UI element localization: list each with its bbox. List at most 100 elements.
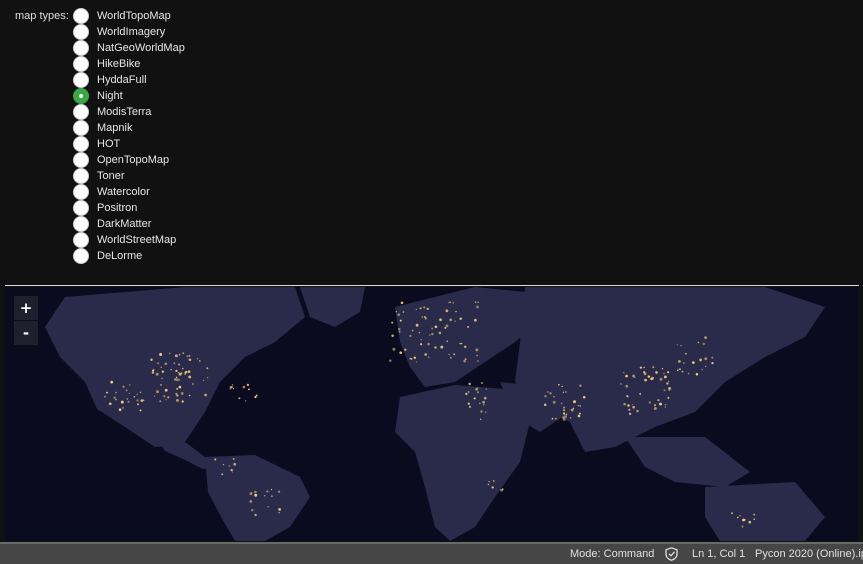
notebook-name[interactable]: Pycon 2020 (Online).ipynb <box>755 548 863 560</box>
city-light <box>668 389 670 391</box>
city-light <box>120 400 124 404</box>
city-light <box>142 399 145 402</box>
city-light <box>561 385 563 388</box>
city-light <box>473 397 476 400</box>
radio-option[interactable]: HOT <box>73 136 185 152</box>
city-light <box>165 399 167 401</box>
city-light <box>178 372 182 376</box>
city-light <box>115 398 117 401</box>
city-light <box>680 345 682 347</box>
radio-button[interactable] <box>73 136 89 152</box>
radio-button[interactable] <box>73 72 89 88</box>
zoom-out-button[interactable]: - <box>14 320 38 345</box>
city-light <box>409 334 412 338</box>
city-light <box>214 458 217 461</box>
city-light <box>180 392 184 395</box>
city-light <box>491 486 494 489</box>
radio-option[interactable]: NatGeoWorldMap <box>73 40 185 56</box>
city-light <box>477 360 479 362</box>
radio-option-label: Toner <box>97 170 125 182</box>
radio-button[interactable] <box>73 88 89 104</box>
city-light <box>681 370 684 373</box>
city-light <box>187 370 191 373</box>
radio-button[interactable] <box>73 200 89 216</box>
radio-option[interactable]: WorldImagery <box>73 24 185 40</box>
city-light <box>477 301 479 303</box>
radio-option[interactable]: Watercolor <box>73 184 185 200</box>
radio-button[interactable] <box>73 152 89 168</box>
city-light <box>501 488 504 491</box>
city-light <box>664 406 666 408</box>
mode-indicator[interactable]: Mode: Command <box>570 548 654 560</box>
city-light <box>577 414 581 418</box>
city-light <box>560 402 563 405</box>
map-view[interactable]: + - <box>5 287 858 541</box>
radio-option[interactable]: WorldTopoMap <box>73 8 185 24</box>
city-light <box>625 384 629 388</box>
radio-button[interactable] <box>73 24 89 40</box>
city-light <box>711 361 714 365</box>
radio-option[interactable]: Toner <box>73 168 185 184</box>
city-light <box>570 417 572 419</box>
city-light <box>639 366 643 369</box>
city-light <box>562 412 566 415</box>
radio-button[interactable] <box>73 232 89 248</box>
city-light <box>449 318 453 322</box>
city-light <box>246 383 250 387</box>
shield-icon[interactable] <box>665 547 678 561</box>
city-light <box>551 417 554 420</box>
city-light <box>452 302 455 304</box>
city-light <box>230 386 233 389</box>
radio-option-label: DeLorme <box>97 250 143 262</box>
city-light <box>663 375 667 379</box>
radio-option[interactable]: HyddaFull <box>73 72 185 88</box>
radio-button[interactable] <box>73 168 89 184</box>
city-light <box>477 387 479 389</box>
zoom-in-button[interactable]: + <box>14 296 38 320</box>
greenland <box>300 287 365 327</box>
city-light <box>159 400 162 403</box>
cursor-position[interactable]: Ln 1, Col 1 <box>692 548 745 560</box>
city-light <box>278 512 280 514</box>
city-light <box>266 490 269 493</box>
radio-option[interactable]: OpenTopoMap <box>73 152 185 168</box>
city-light <box>188 354 191 357</box>
city-light <box>254 513 257 517</box>
radio-button[interactable] <box>73 104 89 120</box>
city-light <box>444 326 447 329</box>
radio-button[interactable] <box>73 8 89 24</box>
city-light <box>156 390 159 394</box>
city-light <box>476 354 478 357</box>
radio-option[interactable]: DeLorme <box>73 248 185 264</box>
radio-option[interactable]: ModisTerra <box>73 104 185 120</box>
city-light <box>409 357 412 360</box>
radio-button[interactable] <box>73 216 89 232</box>
city-light <box>687 372 690 375</box>
radio-option-label: HikeBike <box>97 58 141 70</box>
city-light <box>636 409 639 413</box>
radio-option[interactable]: WorldStreetMap <box>73 232 185 248</box>
radio-option[interactable]: Positron <box>73 200 185 216</box>
radio-option[interactable]: Mapnik <box>73 120 185 136</box>
radio-option[interactable]: HikeBike <box>73 56 185 72</box>
city-light <box>631 404 633 406</box>
city-light <box>182 367 184 370</box>
radio-button[interactable] <box>73 184 89 200</box>
asia <box>515 287 825 452</box>
radio-button[interactable] <box>73 40 89 56</box>
city-light <box>109 402 112 405</box>
radio-button[interactable] <box>73 248 89 264</box>
city-light <box>160 384 162 386</box>
city-light <box>543 403 547 407</box>
land-masses <box>45 287 825 541</box>
city-light <box>389 359 392 362</box>
radio-option[interactable]: Night <box>73 88 185 104</box>
radio-button[interactable] <box>73 120 89 136</box>
city-light <box>126 398 129 400</box>
city-light <box>426 307 429 311</box>
city-light <box>122 406 124 409</box>
radio-option[interactable]: DarkMatter <box>73 216 185 232</box>
city-light <box>178 353 181 356</box>
city-light <box>136 393 138 396</box>
radio-button[interactable] <box>73 56 89 72</box>
